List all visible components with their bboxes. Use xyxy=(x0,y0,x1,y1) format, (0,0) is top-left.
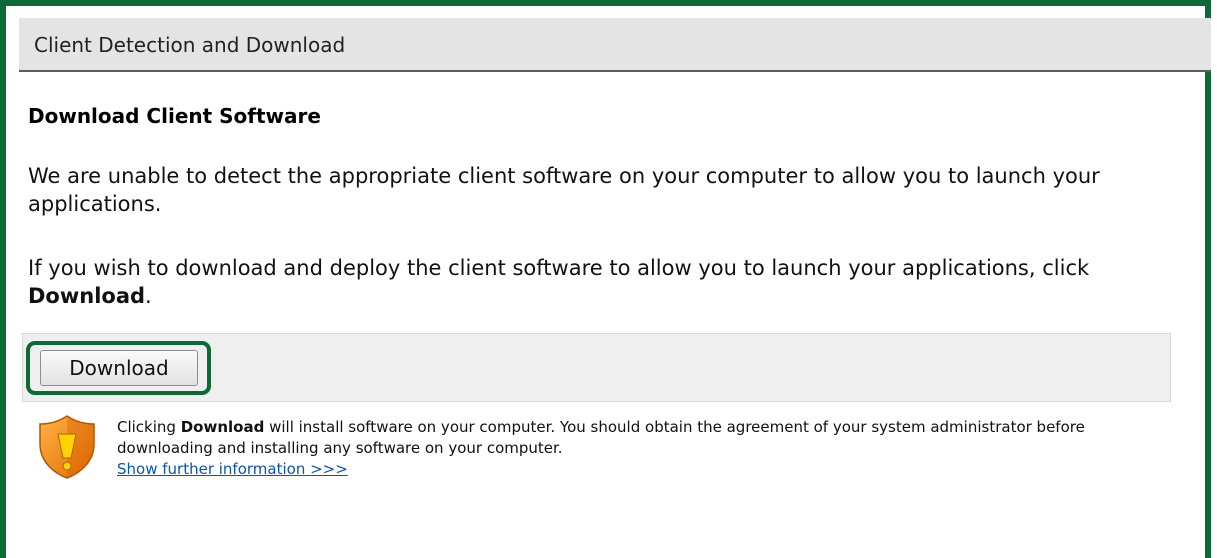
instruction-bold: Download xyxy=(28,284,146,308)
show-further-information-link[interactable]: Show further information >>> xyxy=(117,460,348,478)
notice-bold: Download xyxy=(180,418,265,436)
panel-title: Client Detection and Download xyxy=(34,33,346,57)
security-shield-warning-icon xyxy=(39,415,95,479)
download-button[interactable]: Download xyxy=(40,350,198,386)
detection-message: We are unable to detect the appropriate … xyxy=(28,164,1100,216)
instruction-text: If you wish to download and deploy the c… xyxy=(28,256,1090,280)
notice-text: Clicking xyxy=(117,418,181,436)
download-instruction: If you wish to download and deploy the c… xyxy=(28,254,1178,310)
download-notice: Clicking Download will install software … xyxy=(117,417,1167,480)
instruction-end: . xyxy=(145,284,152,308)
section-title: Download Client Software xyxy=(28,104,321,128)
panel-header: Client Detection and Download xyxy=(19,18,1211,72)
